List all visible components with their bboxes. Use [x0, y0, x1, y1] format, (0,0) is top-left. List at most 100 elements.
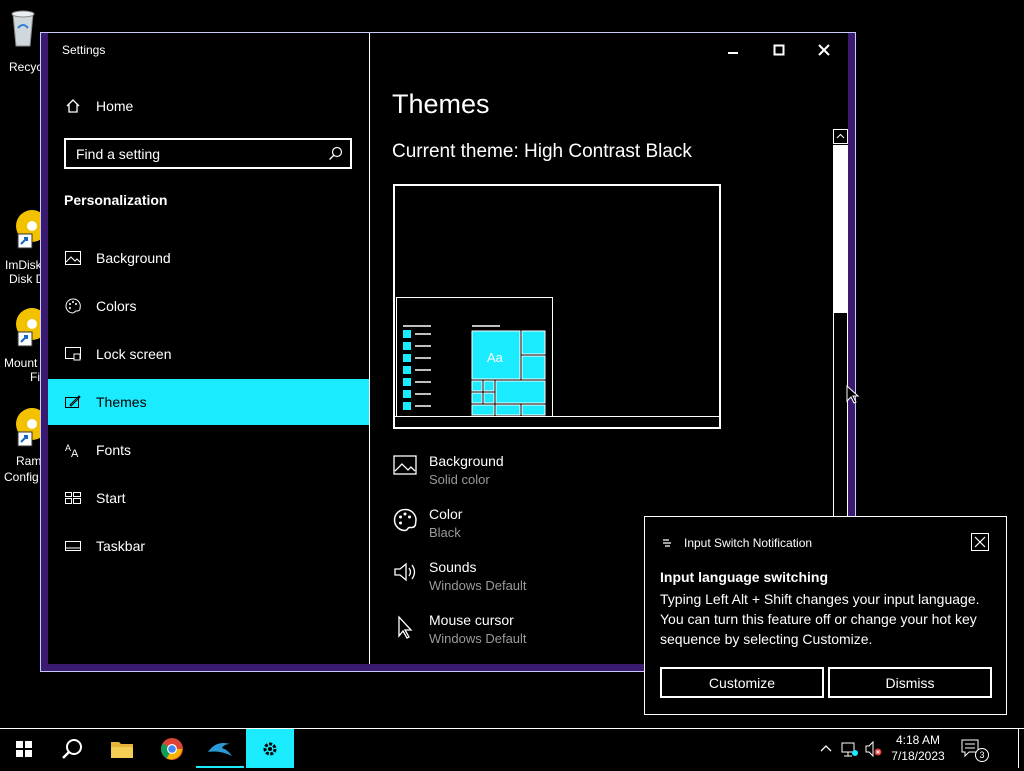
close-icon — [974, 536, 986, 548]
property-value: Solid color — [429, 472, 490, 487]
sidebar-item-label: Fonts — [96, 442, 132, 458]
sidebar-item-lock-screen[interactable]: Lock screen — [48, 331, 369, 377]
clock-date: 7/18/2023 — [891, 749, 945, 763]
search-input[interactable]: Find a setting — [64, 138, 352, 169]
svg-text:A: A — [71, 448, 79, 458]
mount-icon — [6, 304, 48, 347]
scroll-thumb[interactable] — [833, 145, 848, 313]
content-scrollbar[interactable] — [833, 129, 849, 549]
clock[interactable]: 4:18 AM 7/18/2023 — [888, 729, 948, 771]
maximize-icon — [773, 44, 785, 56]
desktop-icon-label: Fi — [30, 370, 40, 384]
sidebar-item-background[interactable]: Background — [48, 235, 369, 281]
minimize-button[interactable] — [713, 37, 753, 63]
property-name: Mouse cursor — [429, 612, 514, 628]
search-button[interactable] — [48, 729, 96, 768]
preview-start-menu — [403, 325, 546, 416]
property-name: Color — [429, 506, 463, 522]
input-switch-notification: Input Switch Notification Input language… — [644, 516, 1007, 715]
search-icon — [329, 146, 343, 160]
property-value: Windows Default — [429, 578, 527, 593]
property-name: Sounds — [429, 559, 477, 575]
chevron-up-icon — [836, 133, 845, 139]
file-explorer-icon — [111, 741, 133, 758]
themes-icon — [64, 393, 82, 411]
taskbar-icon — [64, 537, 82, 555]
sidebar-item-label: Colors — [96, 298, 137, 314]
notification-heading: Input language switching — [660, 569, 828, 585]
chrome-icon — [161, 737, 183, 760]
desktop-icon-label: Mount — [4, 356, 38, 370]
section-heading: Personalization — [64, 192, 168, 208]
sidebar-item-label: Themes — [96, 394, 147, 410]
show-desktop-button[interactable] — [1018, 729, 1024, 768]
customize-button[interactable]: Customize — [660, 667, 824, 698]
close-button[interactable] — [804, 37, 844, 63]
scroll-track[interactable] — [833, 313, 848, 549]
desktop-icon-label: Disk D — [9, 272, 45, 286]
picture-icon — [393, 455, 419, 481]
network-status[interactable] — [838, 729, 862, 768]
desktop-icon-label: Ram — [16, 454, 42, 468]
sidebar-item-taskbar[interactable]: Taskbar — [48, 523, 369, 569]
sidebar-item-fonts[interactable]: AA Fonts — [48, 427, 369, 473]
notification-close-button[interactable] — [971, 533, 989, 551]
volume-muted-icon — [865, 740, 882, 757]
imdisk-icon — [6, 206, 48, 249]
sidebar-item-label: Background — [96, 250, 171, 266]
start-button[interactable] — [0, 729, 48, 768]
dolphin-icon — [208, 742, 232, 756]
scroll-up-button[interactable] — [833, 129, 848, 144]
show-hidden-icons-button[interactable] — [814, 729, 838, 768]
sidebar-item-home[interactable]: Home — [48, 83, 369, 129]
palette-icon — [64, 297, 82, 315]
close-icon — [818, 44, 830, 56]
palette-icon — [393, 508, 419, 534]
search-icon — [62, 738, 82, 759]
taskbar-dolphin[interactable] — [196, 729, 244, 768]
desktop-icon-label: ImDisk — [5, 258, 42, 272]
dismiss-button[interactable]: Dismiss — [828, 667, 992, 698]
chevron-up-icon — [820, 744, 832, 751]
home-icon — [64, 97, 82, 115]
preview-taskbar — [395, 416, 719, 427]
sidebar-item-colors[interactable]: Colors — [48, 283, 369, 329]
minimize-icon — [728, 52, 738, 54]
picture-icon — [64, 249, 82, 267]
sidebar-item-label: Home — [96, 98, 134, 114]
windows-logo-icon — [16, 740, 32, 757]
ram-config-icon — [6, 404, 48, 447]
notification-app-name: Input Switch Notification — [684, 536, 813, 550]
desktop-icon-label: Config — [4, 470, 39, 484]
lock-screen-icon — [64, 345, 82, 363]
notification-count-badge: 3 — [975, 748, 989, 762]
volume-status[interactable] — [862, 729, 886, 768]
settings-icon — [263, 742, 277, 755]
window-frame-left — [41, 33, 48, 671]
sidebar-item-themes[interactable]: Themes — [48, 379, 369, 425]
fonts-icon: AA — [64, 441, 82, 459]
taskbar-file-explorer[interactable] — [98, 729, 146, 768]
start-icon — [64, 489, 82, 507]
notification-body: Typing Left Alt + Shift changes your inp… — [660, 591, 980, 647]
clock-time: 4:18 AM — [895, 733, 941, 747]
desktop-icon-label: Recycl — [9, 60, 46, 74]
settings-sidebar: Home Find a setting Personalization Back… — [48, 33, 370, 664]
preview-window: Aa — [396, 297, 553, 417]
sidebar-item-label: Lock screen — [96, 346, 172, 362]
recycle-bin-icon — [6, 8, 40, 47]
maximize-button[interactable] — [759, 37, 799, 63]
property-value: Black — [429, 525, 461, 540]
current-theme-label: Current theme: High Contrast Black — [392, 141, 692, 162]
sidebar-item-label: Taskbar — [96, 538, 146, 554]
network-icon — [841, 742, 858, 756]
mouse-pointer-icon — [846, 385, 860, 404]
sidebar-item-start[interactable]: Start — [48, 475, 369, 521]
taskbar-chrome[interactable] — [148, 729, 196, 768]
action-center-button[interactable]: 3 — [950, 729, 994, 768]
sidebar-item-label: Start — [96, 490, 126, 506]
taskbar: 4:18 AM 7/18/2023 3 — [0, 728, 1024, 768]
taskbar-settings[interactable] — [246, 729, 294, 768]
page-title: Themes — [392, 89, 490, 119]
property-value: Windows Default — [429, 631, 527, 646]
